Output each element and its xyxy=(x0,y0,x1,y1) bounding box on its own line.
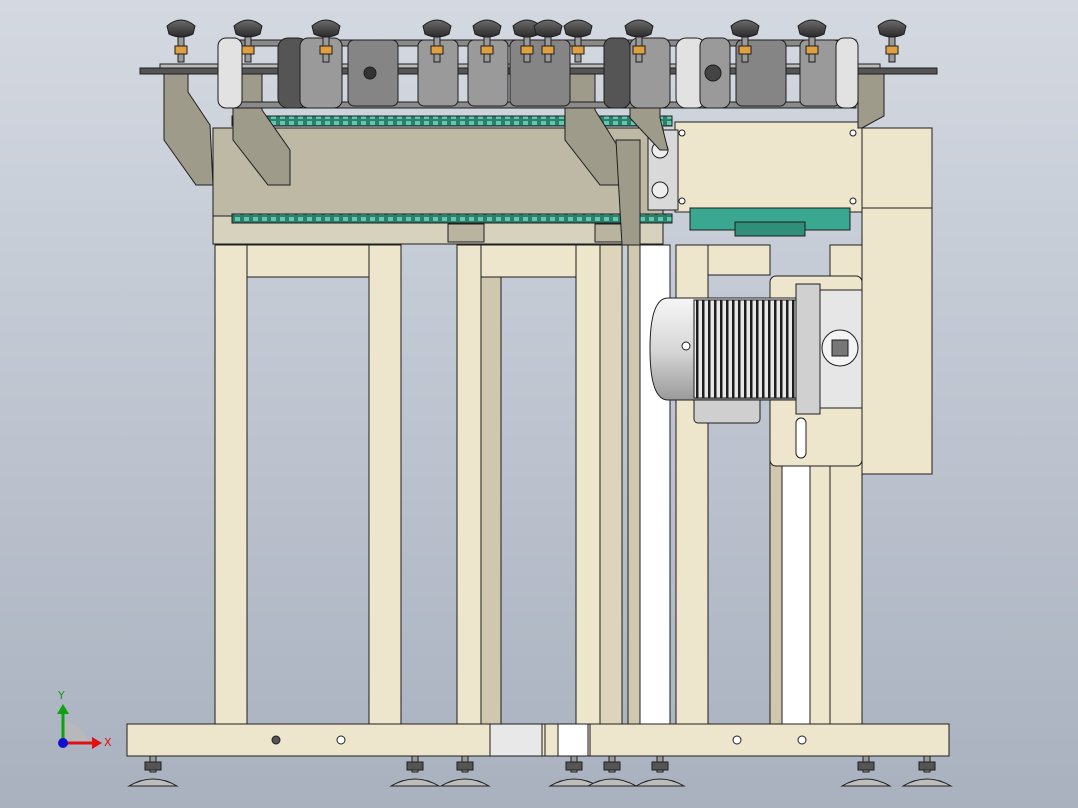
z-axis-dot xyxy=(58,738,68,748)
x-axis-label: X xyxy=(104,736,112,749)
y-axis-label: Y xyxy=(57,689,65,702)
cad-model-render: Y X xyxy=(0,0,1078,808)
cad-viewport[interactable]: Y X xyxy=(0,0,1078,808)
conveyor-body xyxy=(212,115,863,245)
